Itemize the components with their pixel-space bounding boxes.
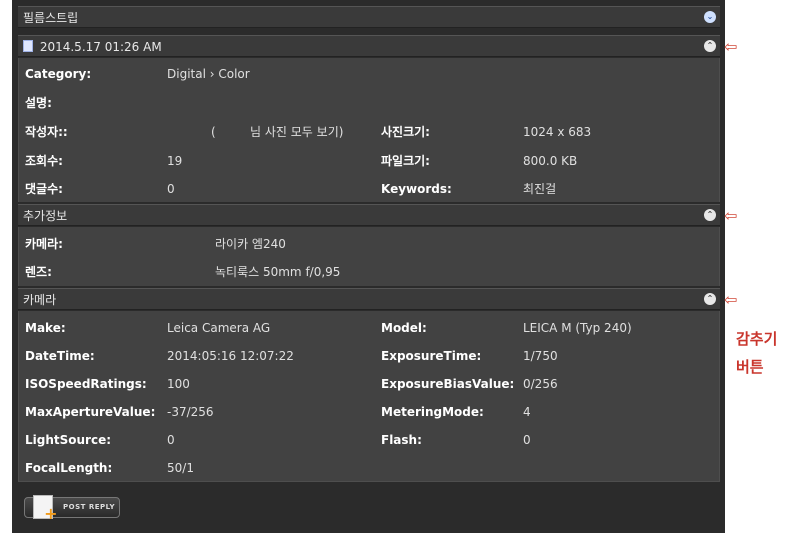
flash-value: 0 <box>523 433 531 447</box>
comments-value: 0 <box>167 182 175 196</box>
photo-size-label: 사진크기: <box>381 125 430 139</box>
model-value: LEICA M (Typ 240) <box>523 321 632 335</box>
metering-mode-label: MeteringMode: <box>381 405 484 419</box>
datetime-value: 2014:05:16 12:07:22 <box>167 349 294 363</box>
focal-length-value: 50/1 <box>167 461 194 475</box>
category-value[interactable]: Digital › Color <box>167 64 250 84</box>
photo-size-value: 1024 x 683 <box>523 125 592 139</box>
metering-mode-value: 4 <box>523 405 531 419</box>
photo-info-panel: 필름스트립 ⌄ 2014.5.17 01:26 AM ⌃ Category: D… <box>12 0 725 533</box>
views-label: 조회수: <box>25 154 63 168</box>
exposure-bias-label: ExposureBiasValue: <box>381 377 515 391</box>
iso-label: ISOSpeedRatings: <box>25 377 147 391</box>
camera-label: 카메라: <box>25 237 63 251</box>
category-label: Category: <box>25 67 92 81</box>
annotation-arrow-icon: ⇦ <box>724 290 738 309</box>
max-aperture-label: MaxApertureValue: <box>25 405 156 419</box>
lens-label: 렌즈: <box>25 265 52 279</box>
camera-exif-section: Make: Leica Camera AG DateTime: 2014:05:… <box>18 311 720 482</box>
filmstrip-header[interactable]: 필름스트립 ⌄ <box>18 6 720 28</box>
model-label: Model: <box>381 321 427 335</box>
post-reply-label: POST REPLY <box>63 503 116 511</box>
description-label: 설명: <box>25 96 52 110</box>
focal-length-label: FocalLength: <box>25 461 113 475</box>
comments-label: 댓글수: <box>25 182 63 196</box>
extra-info-section: 카메라: 라이카 엠240 렌즈: 녹티룩스 50mm f/0,95 <box>18 227 720 286</box>
photo-date-header[interactable]: 2014.5.17 01:26 AM ⌃ <box>18 35 720 57</box>
camera-value: 라이카 엠240 <box>215 237 286 251</box>
author-label: 작성자:: <box>25 125 68 139</box>
lens-value: 녹티룩스 50mm f/0,95 <box>215 265 341 279</box>
camera-exif-header[interactable]: 카메라 ⌃ <box>18 288 720 310</box>
keywords-value[interactable]: 최진걸 <box>523 179 556 199</box>
iso-value: 100 <box>167 377 190 391</box>
filmstrip-toggle-icon[interactable]: ⌄ <box>704 11 716 23</box>
extra-info-header[interactable]: 추가정보 ⌃ <box>18 204 720 226</box>
exposure-bias-value: 0/256 <box>523 377 558 391</box>
file-size-label: 파일크기: <box>381 154 430 168</box>
photo-collapse-icon[interactable]: ⌃ <box>704 40 716 52</box>
file-size-value: 800.0 KB <box>523 154 578 168</box>
light-source-label: LightSource: <box>25 433 112 447</box>
max-aperture-value: -37/256 <box>167 405 214 419</box>
extra-info-title: 추가정보 <box>23 209 68 223</box>
photo-info-section: Category: Digital › Color 설명: 작성자:: ( 님 … <box>18 58 720 202</box>
annotation-text-line2: 버튼 <box>736 358 764 376</box>
document-icon <box>23 40 33 52</box>
make-value: Leica Camera AG <box>167 321 271 335</box>
filmstrip-title: 필름스트립 <box>23 11 79 25</box>
keywords-label: Keywords: <box>381 182 452 196</box>
photo-date: 2014.5.17 01:26 AM <box>39 40 162 54</box>
exposure-time-label: ExposureTime: <box>381 349 482 363</box>
extra-info-collapse-icon[interactable]: ⌃ <box>704 209 716 221</box>
author-value[interactable]: ( 님 사진 모두 보기) <box>211 122 343 142</box>
camera-exif-title: 카메라 <box>23 293 57 307</box>
datetime-label: DateTime: <box>25 349 95 363</box>
views-value: 19 <box>167 154 183 168</box>
annotation-arrow-icon: ⇦ <box>724 206 738 225</box>
flash-label: Flash: <box>381 433 422 447</box>
add-document-icon <box>33 495 58 522</box>
make-label: Make: <box>25 321 66 335</box>
exposure-time-value: 1/750 <box>523 349 558 363</box>
annotation-text-line1: 감추기 <box>736 330 778 348</box>
post-reply-button[interactable]: POST REPLY <box>24 495 120 522</box>
light-source-value: 0 <box>167 433 175 447</box>
annotation-arrow-icon: ⇦ <box>724 37 738 56</box>
camera-exif-collapse-icon[interactable]: ⌃ <box>704 293 716 305</box>
